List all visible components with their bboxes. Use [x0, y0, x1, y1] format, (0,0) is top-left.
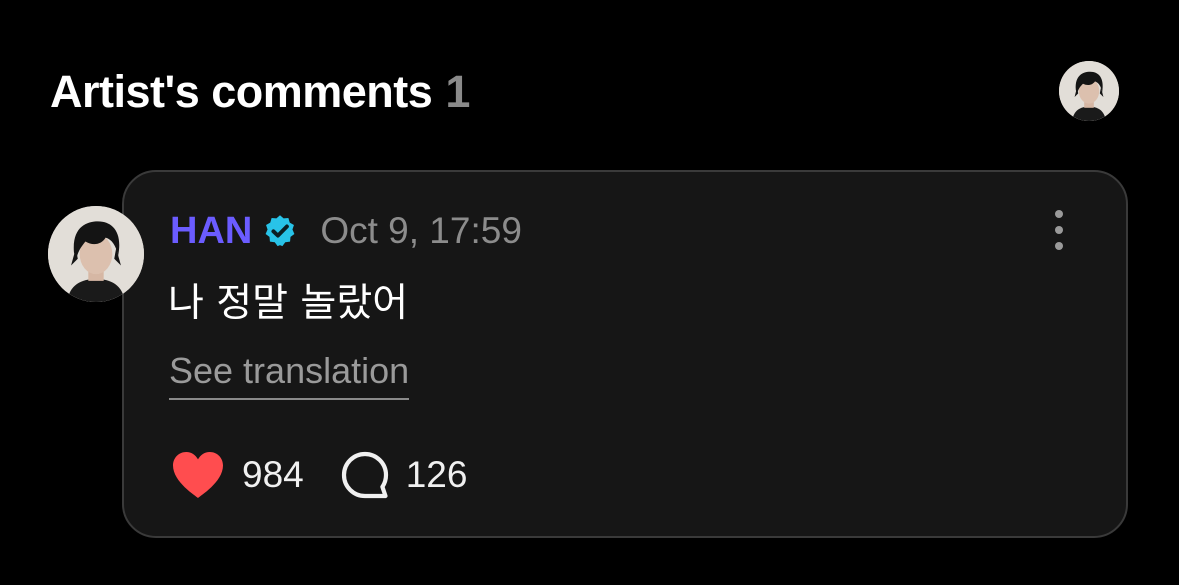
verified-badge-icon [265, 215, 295, 247]
comment-meta: HAN Oct 9, 17:59 [170, 206, 522, 256]
more-options-button[interactable] [1040, 207, 1078, 253]
section-title: Artist's comments [50, 66, 433, 117]
reply-count: 126 [405, 454, 468, 495]
author-avatar-image [48, 206, 144, 302]
artist-avatar-image [1059, 61, 1119, 121]
comment-body: 나 정말 놀랐어 [168, 281, 409, 326]
like-count: 984 [242, 454, 304, 495]
author-avatar[interactable] [48, 206, 144, 302]
author-name[interactable]: HAN [170, 210, 252, 253]
more-vertical-icon [1055, 210, 1063, 218]
chat-bubble-icon [341, 451, 388, 499]
comment-actions: 984 126 [170, 448, 467, 502]
artist-avatar[interactable] [1059, 61, 1119, 121]
more-vertical-icon [1055, 242, 1063, 250]
section-header: Artist's comments 1 [50, 60, 470, 124]
comment-timestamp: Oct 9, 17:59 [320, 210, 522, 251]
see-translation-link[interactable]: See translation [169, 350, 410, 400]
comment-count: 1 [445, 66, 471, 117]
like-button[interactable]: 984 [170, 450, 304, 500]
reply-button[interactable]: 126 [340, 450, 468, 500]
heart-icon [173, 452, 223, 498]
more-vertical-icon [1055, 226, 1063, 234]
